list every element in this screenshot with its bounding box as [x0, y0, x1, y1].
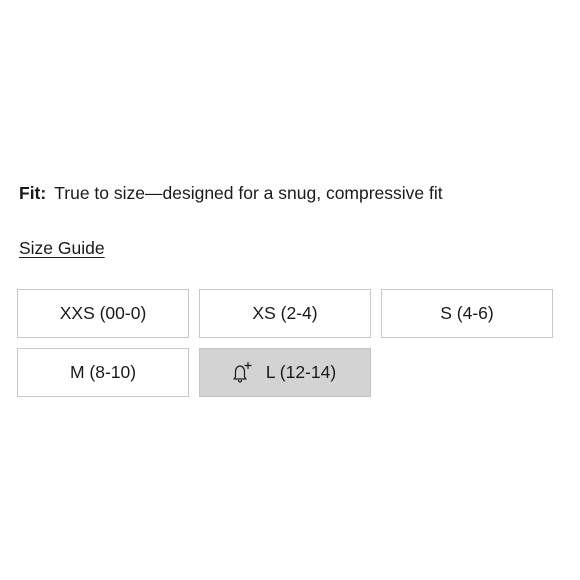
size-guide-link[interactable]: Size Guide	[19, 236, 105, 260]
size-option-label: L (12-14)	[265, 362, 337, 382]
size-option-s[interactable]: S (4-6)	[381, 289, 553, 338]
size-option-m[interactable]: M (8-10)	[17, 348, 189, 397]
bell-plus-icon	[228, 360, 254, 386]
size-option-xxs[interactable]: XXS (00-0)	[17, 289, 189, 338]
fit-label: Fit:	[19, 183, 47, 203]
fit-description: True to size—designed for a snug, compre…	[54, 183, 443, 203]
size-option-label: M (8-10)	[69, 362, 137, 382]
size-option-label: XXS (00-0)	[59, 303, 147, 323]
size-option-l-notify[interactable]: L (12-14)	[199, 348, 371, 397]
fit-info: Fit: True to size—designed for a snug, co…	[19, 181, 443, 205]
size-option-xs[interactable]: XS (2-4)	[199, 289, 371, 338]
size-option-label: S (4-6)	[440, 303, 494, 323]
size-selector: XXS (00-0) XS (2-4) S (4-6) M (8-10) L (…	[17, 289, 553, 397]
size-option-label: XS (2-4)	[252, 303, 318, 323]
